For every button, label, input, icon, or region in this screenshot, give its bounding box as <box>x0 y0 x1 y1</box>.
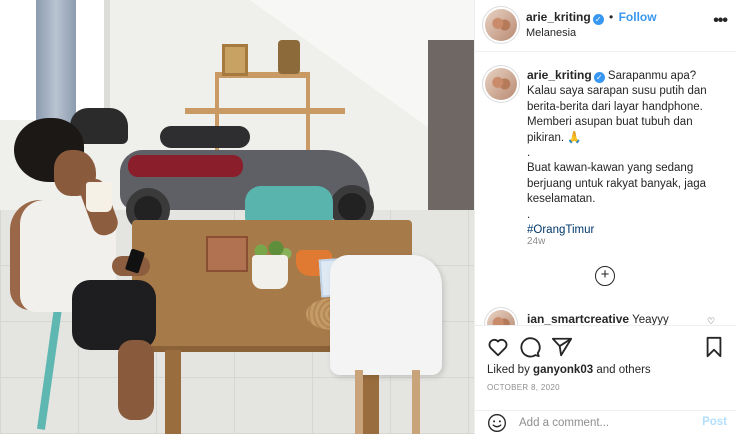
photo-milk-cup <box>86 182 112 212</box>
caption-line: Memberi asupan buat tubuh dan <box>527 116 693 129</box>
photo-shelf-board <box>185 108 345 114</box>
commenter-username[interactable]: ian_smartcreative <box>527 312 629 326</box>
photo-chair-leg <box>412 370 420 434</box>
separator-dot: • <box>609 10 614 24</box>
follow-button[interactable]: Follow <box>619 10 657 24</box>
photo-tissue-box <box>206 236 248 272</box>
more-dots-icon[interactable]: ••• <box>713 12 728 30</box>
likes-summary: Liked by ganyonk03 and others <box>487 364 651 376</box>
caption-line: berita-berita dari layar handphone. <box>527 100 703 113</box>
photo-table-leg <box>165 350 181 434</box>
photo-plant-pot <box>252 255 288 289</box>
photo-chair-leg <box>355 370 363 434</box>
caption-line: Buat kawan-kawan yang sedang <box>527 162 694 175</box>
plus-circle-icon[interactable]: + <box>595 266 615 286</box>
header-name-row: arie_kriting ✓ • Follow <box>526 10 657 25</box>
post-sidebar: arie_kriting ✓ • Follow Melanesia ••• ari… <box>474 0 736 434</box>
paper-plane-icon[interactable] <box>551 336 573 358</box>
caption-line: . <box>527 208 531 221</box>
comment-preview: ian_smartcreative Yeayyy <box>527 312 727 326</box>
photo-teal-chair <box>245 186 333 222</box>
caption-line: keselamatan. <box>527 193 596 206</box>
caption-line: . <box>527 147 531 160</box>
caption-line: Sarapanmu apa? <box>607 70 697 82</box>
caption-line: pikiran. 🙏 <box>527 131 582 144</box>
likes-user-link[interactable]: ganyonk03 <box>533 364 593 376</box>
photo-scooter-seat <box>160 126 250 148</box>
heart-icon[interactable] <box>487 336 509 358</box>
hashtag-link[interactable]: #OrangTimur <box>527 223 727 238</box>
author-avatar[interactable] <box>485 9 517 41</box>
photo-white-chair <box>330 255 442 375</box>
likes-suffix[interactable]: and others <box>596 364 650 376</box>
photo-picture-frame <box>222 44 248 76</box>
post-header: arie_kriting ✓ • Follow Melanesia ••• <box>475 0 736 52</box>
verified-badge-icon: ✓ <box>593 72 605 83</box>
photo-decoration <box>278 40 300 74</box>
actions-panel: Liked by ganyonk03 and others OCTOBER 8,… <box>475 325 736 433</box>
author-username[interactable]: arie_kriting <box>526 10 591 24</box>
photo-doorway <box>428 40 474 220</box>
caption: arie_kriting ✓ Sarapanmu apa? Kalau saya … <box>527 68 727 238</box>
caption-age: 24w <box>527 236 546 247</box>
add-comment-input[interactable] <box>519 415 689 431</box>
post-comment-button[interactable]: Post <box>702 416 727 428</box>
caption-line: berjuang untuk rakyat banyak, jaga <box>527 177 707 190</box>
bookmark-icon[interactable] <box>703 336 725 358</box>
post-photo[interactable] <box>0 0 474 434</box>
comment-icon[interactable] <box>519 336 541 358</box>
photo-man-leg <box>118 340 154 420</box>
caption-line: Kalau saya sarapan susu putih dan <box>527 85 707 98</box>
photo-scooter-panel <box>128 155 243 177</box>
caption-avatar[interactable] <box>485 68 517 100</box>
location-link[interactable]: Melanesia <box>526 27 576 39</box>
post-date[interactable]: OCTOBER 8, 2020 <box>487 383 560 392</box>
smiley-icon[interactable] <box>487 413 507 433</box>
verified-badge-icon: ✓ <box>592 14 604 25</box>
likes-prefix: Liked by <box>487 364 530 376</box>
add-comment-row: Post <box>475 410 736 434</box>
caption-username[interactable]: arie_kriting <box>527 68 592 82</box>
